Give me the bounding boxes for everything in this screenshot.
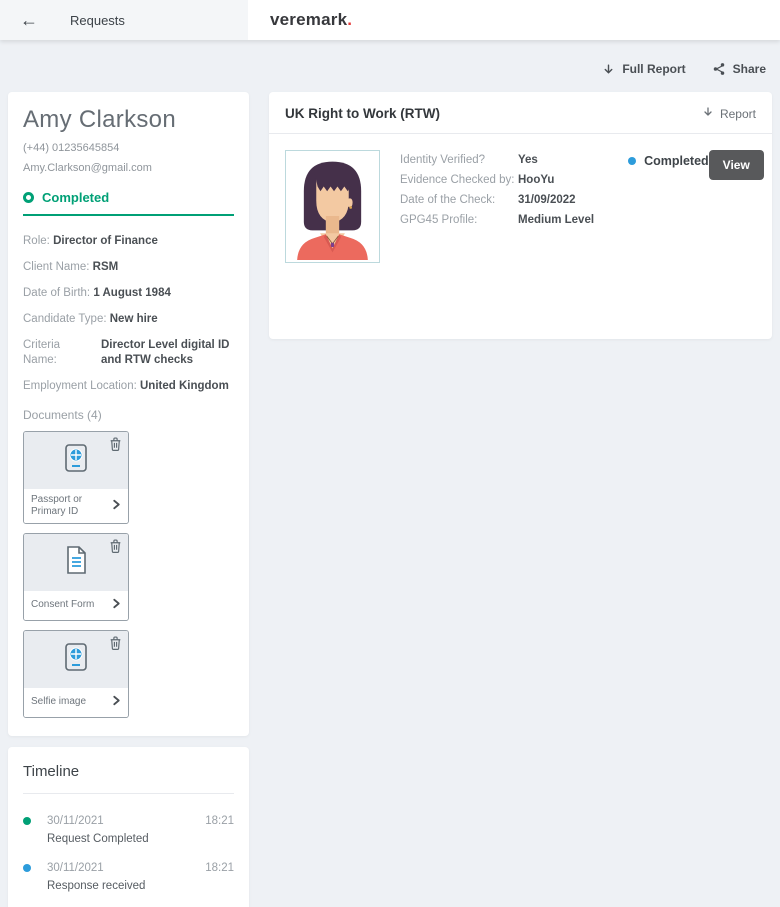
candidate-email: Amy.Clarkson@gmail.com (23, 162, 234, 174)
documents-title: Documents (4) (23, 408, 234, 422)
rtw-field-evidence-checked: Evidence Checked by: HooYu (400, 170, 594, 190)
rtw-field-gpg45-profile: GPG45 Profile: Medium Level (400, 210, 594, 230)
rtw-header: UK Right to Work (RTW) Report (269, 92, 772, 134)
document-card-passport[interactable]: Passport or Primary ID (23, 431, 129, 524)
blue-dot-icon (23, 864, 36, 872)
candidate-status: Completed (23, 190, 234, 205)
green-dot-icon (23, 817, 36, 825)
field-date-of-birth: Date of Birth: 1 August 1984 (23, 286, 234, 301)
field-criteria-name: Criteria Name: Director Level digital ID… (23, 338, 234, 368)
timeline-card: Timeline 30/11/2021 18:21 Request Comple… (8, 747, 249, 907)
full-report-button[interactable]: Full Report (602, 62, 685, 76)
rtw-check-card: UK Right to Work (RTW) Report (269, 92, 772, 339)
page-title: Requests (70, 13, 125, 28)
blue-dot-icon (628, 157, 636, 165)
share-icon (712, 62, 726, 76)
rtw-body: Identity Verified? Yes Evidence Checked … (269, 134, 772, 279)
trash-icon[interactable] (109, 636, 122, 655)
document-label: Selfie image (31, 696, 112, 708)
actions-row: Full Report Share (0, 40, 780, 92)
profile-fields: Role: Director of Finance Client Name: R… (23, 234, 234, 394)
document-card-consent-form[interactable]: Consent Form (23, 533, 129, 621)
timeline-entry: 30/11/2021 18:21 Response received (23, 847, 234, 892)
top-bar: ← Requests veremark. (0, 0, 780, 40)
top-bar-left: ← Requests (0, 0, 248, 40)
share-button[interactable]: Share (712, 62, 766, 76)
veremark-logo: veremark. (270, 10, 355, 30)
chevron-right-icon[interactable] (112, 497, 121, 515)
field-client-name: Client Name: RSM (23, 260, 234, 275)
document-card-selfie[interactable]: Selfie image (23, 630, 129, 718)
documents-grid: Passport or Primary ID (23, 431, 234, 718)
rtw-status-label: Completed (644, 154, 709, 168)
status-label: Completed (42, 190, 109, 205)
timeline-entry: 30/11/2021 18:19 Processing (23, 894, 234, 907)
trash-icon[interactable] (109, 437, 122, 456)
status-divider (23, 214, 234, 216)
timeline-title: Timeline (23, 763, 234, 780)
candidate-selfie-avatar (285, 150, 380, 263)
candidate-phone: (+44) 01235645854 (23, 142, 234, 154)
top-bar-right: veremark. (248, 0, 780, 40)
document-label: Passport or Primary ID (31, 494, 112, 517)
view-button[interactable]: View (709, 150, 764, 180)
candidate-profile-card: Amy Clarkson (+44) 01235645854 Amy.Clark… (8, 92, 249, 736)
document-label: Consent Form (31, 599, 112, 611)
back-arrow-icon[interactable]: ← (20, 11, 38, 29)
rtw-title: UK Right to Work (RTW) (285, 106, 440, 121)
left-column: Amy Clarkson (+44) 01235645854 Amy.Clark… (8, 92, 249, 907)
passport-icon (61, 641, 91, 678)
field-employment-location: Employment Location: United Kingdom (23, 379, 234, 394)
document-icon (62, 544, 90, 581)
chevron-right-icon[interactable] (112, 693, 121, 711)
right-column: UK Right to Work (RTW) Report (269, 92, 772, 339)
timeline-divider (23, 793, 234, 794)
field-candidate-type: Candidate Type: New hire (23, 312, 234, 327)
download-icon (702, 106, 714, 121)
rtw-fields: Identity Verified? Yes Evidence Checked … (400, 150, 594, 230)
report-button[interactable]: Report (702, 106, 756, 121)
download-icon (602, 63, 615, 76)
trash-icon[interactable] (109, 539, 122, 558)
timeline-entry: 30/11/2021 18:21 Request Completed (23, 800, 234, 845)
status-ring-icon (23, 192, 34, 203)
main-content: Amy Clarkson (+44) 01235645854 Amy.Clark… (0, 92, 780, 907)
rtw-status: Completed (628, 154, 709, 168)
chevron-right-icon[interactable] (112, 596, 121, 614)
passport-icon (61, 442, 91, 479)
rtw-field-identity-verified: Identity Verified? Yes (400, 150, 594, 170)
field-role: Role: Director of Finance (23, 234, 234, 249)
candidate-name: Amy Clarkson (23, 106, 234, 134)
rtw-field-date-of-check: Date of the Check: 31/09/2022 (400, 190, 594, 210)
